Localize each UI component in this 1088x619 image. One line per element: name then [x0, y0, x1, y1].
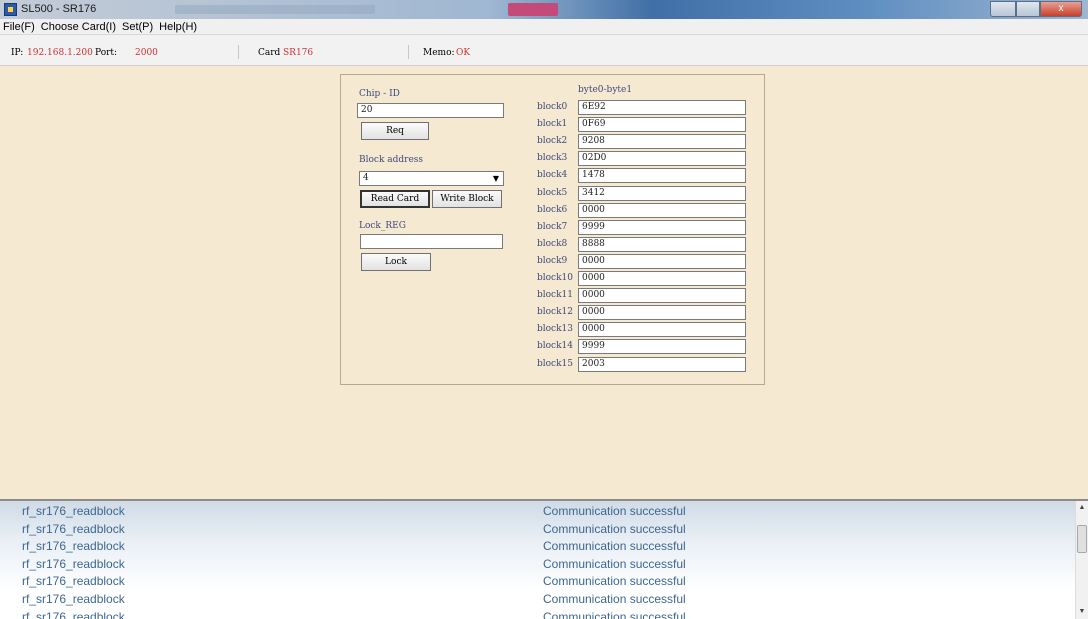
block-label: block2: [537, 136, 568, 147]
block-value-field[interactable]: 0000: [578, 288, 746, 304]
close-button[interactable]: x: [1040, 1, 1082, 17]
log-row[interactable]: rf_sr176_readblock Communication successf…: [0, 609, 1075, 619]
port-value: 2000: [135, 48, 158, 58]
block-label: block12: [537, 307, 574, 318]
block-value-field[interactable]: 2003: [578, 356, 746, 372]
log-function: rf_sr176_readblock: [22, 539, 125, 554]
block-address-value: 4: [363, 173, 369, 183]
log-row[interactable]: rf_sr176_readblock Communication successf…: [0, 503, 1075, 520]
block-label: block1: [537, 119, 568, 130]
block-value-field[interactable]: 0000: [578, 253, 746, 269]
log-function: rf_sr176_readblock: [22, 592, 125, 606]
log-pane: rf_sr176_readblock Communication successf…: [0, 499, 1088, 619]
scroll-up-icon[interactable]: ▲: [1076, 502, 1088, 514]
block-label: block15: [537, 358, 574, 369]
block-value-field[interactable]: 0000: [578, 271, 746, 286]
block-label: block11: [537, 290, 574, 301]
scroll-down-icon[interactable]: ▼: [1076, 606, 1088, 618]
log-row[interactable]: rf_sr176_readblock Communication successf…: [0, 521, 1075, 538]
block-label: block4: [537, 170, 568, 181]
log-row[interactable]: rf_sr176_readblock Communication successf…: [0, 538, 1075, 555]
block-value-field[interactable]: 9208: [578, 134, 746, 150]
block-value-field[interactable]: 9999: [578, 339, 746, 355]
memo-value: OK: [456, 48, 471, 58]
log-message: Communication successful: [543, 504, 686, 518]
log-function: rf_sr176_readblock: [22, 574, 125, 589]
card-label: Card: [258, 48, 281, 58]
window-title: SL500 - SR176: [21, 3, 97, 15]
block-label: block13: [537, 324, 574, 335]
minimize-button[interactable]: [990, 1, 1016, 17]
bytes-header: byte0-byte1: [578, 85, 633, 95]
block-value-field[interactable]: 9999: [578, 219, 746, 235]
block-label: block7: [537, 221, 568, 232]
block-label: block3: [537, 153, 568, 164]
log-message: Communication successful: [543, 574, 686, 589]
menu-bar: File(F) Choose Card(I) Set(P) Help(H): [0, 19, 1088, 34]
lock-reg-field[interactable]: [360, 234, 503, 249]
block-value-field[interactable]: 0000: [578, 322, 746, 338]
window-controls: x: [990, 1, 1082, 17]
block-address-label: Block address: [359, 155, 424, 165]
log-scrollbar[interactable]: ▲ ▼: [1075, 501, 1088, 619]
log-message: Communication successful: [543, 609, 686, 619]
block-label: block5: [537, 187, 568, 198]
sr176-panel: Chip - ID 20 Req Block address 4 ▼ Read …: [340, 74, 765, 385]
log-row[interactable]: rf_sr176_readblock Communication successf…: [0, 556, 1075, 573]
maximize-button[interactable]: [1016, 1, 1040, 17]
block-address-select[interactable]: 4 ▼: [359, 171, 504, 186]
ip-value: 192.168.1.200: [27, 48, 93, 58]
chip-id-field[interactable]: 20: [357, 103, 504, 118]
log-row[interactable]: rf_sr176_readblock Communication successf…: [0, 573, 1075, 590]
menu-choose-card[interactable]: Choose Card(I): [41, 21, 116, 33]
block-value-field[interactable]: 6E92: [578, 100, 746, 115]
status-separator: [408, 45, 409, 59]
taskbar-blur: [175, 5, 375, 14]
log-function: rf_sr176_readblock: [22, 504, 125, 518]
block-value-field[interactable]: 02D0: [578, 151, 746, 167]
block-value-field[interactable]: 1478: [578, 168, 746, 184]
menu-help[interactable]: Help(H): [159, 21, 197, 33]
log-row[interactable]: rf_sr176_readblock Communication successf…: [0, 591, 1075, 608]
memo-label: Memo:: [423, 48, 455, 58]
log-message: Communication successful: [543, 539, 686, 554]
scroll-thumb[interactable]: [1077, 525, 1087, 553]
log-function: rf_sr176_readblock: [22, 609, 125, 619]
menu-set[interactable]: Set(P): [122, 21, 153, 33]
chevron-down-icon[interactable]: ▼: [490, 173, 502, 184]
app-icon: [4, 3, 17, 16]
lock-reg-label: Lock_REG: [359, 221, 406, 231]
block-label: block8: [537, 238, 568, 249]
status-separator: [238, 45, 239, 59]
block-value-field[interactable]: 0000: [578, 305, 746, 321]
block-value-field[interactable]: 8888: [578, 236, 746, 252]
log-message: Communication successful: [543, 556, 686, 571]
block-value-field[interactable]: 0F69: [578, 117, 746, 133]
block-label: block9: [537, 255, 568, 266]
block-label: block10: [537, 273, 574, 283]
block-label: block14: [537, 341, 574, 352]
port-label: Port:: [95, 48, 118, 58]
block-label: block6: [537, 204, 568, 215]
log-function: rf_sr176_readblock: [22, 556, 125, 571]
read-card-button[interactable]: Read Card: [360, 190, 430, 208]
req-button[interactable]: Req: [361, 122, 429, 140]
ip-label: IP:: [11, 48, 24, 58]
write-block-button[interactable]: Write Block: [432, 190, 502, 208]
status-strip: IP: 192.168.1.200 Port: 2000 Card SR176 …: [0, 34, 1088, 66]
block-value-field[interactable]: 0000: [578, 202, 746, 218]
block-label: block0: [537, 102, 568, 112]
log-function: rf_sr176_readblock: [22, 521, 125, 536]
log-message: Communication successful: [543, 592, 686, 606]
card-value: SR176: [283, 48, 314, 58]
menu-file[interactable]: File(F): [3, 21, 35, 33]
chip-id-label: Chip - ID: [359, 89, 400, 99]
title-bar[interactable]: SL500 - SR176 x: [0, 0, 1088, 19]
lock-button[interactable]: Lock: [361, 253, 431, 271]
taskbar-tab: [508, 3, 558, 16]
log-message: Communication successful: [543, 521, 686, 536]
block-value-field[interactable]: 3412: [578, 185, 746, 201]
